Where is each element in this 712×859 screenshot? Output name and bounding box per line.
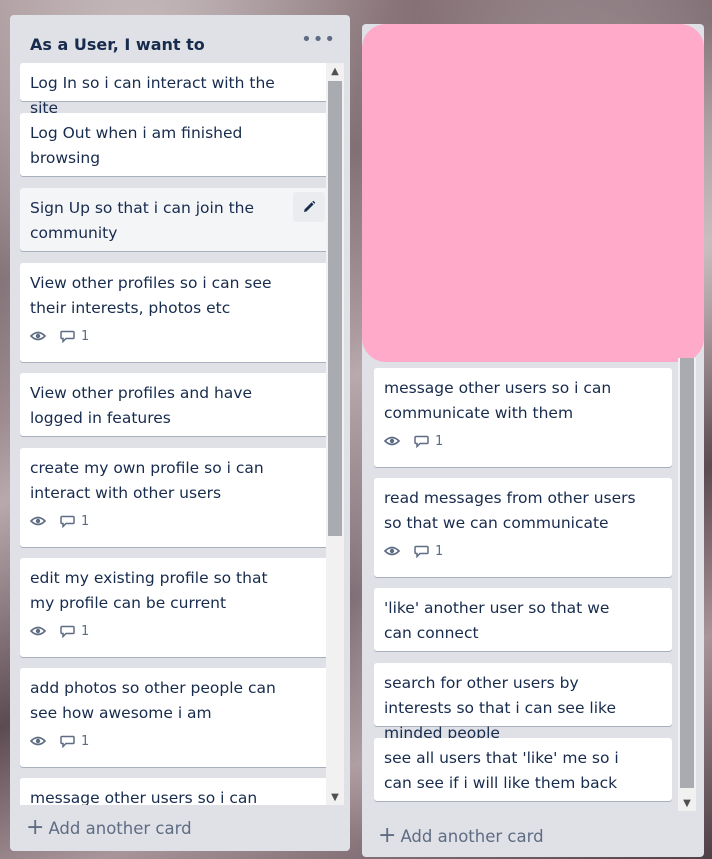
card-title: search for other users by interests so t… <box>384 674 617 742</box>
card[interactable]: View other profiles and have logged in f… <box>20 373 329 436</box>
card[interactable]: Log Out when i am finished browsing <box>20 113 329 176</box>
scroll-up-icon[interactable]: ▲ <box>326 63 344 79</box>
add-card-label: Add another card <box>400 826 544 846</box>
card-list: Log In so i can interact with the site L… <box>20 63 329 805</box>
pencil-icon <box>304 200 316 212</box>
comment-count: 1 <box>81 328 90 344</box>
comments-badge: 1 <box>414 539 443 564</box>
card-badges: 1 <box>30 510 319 532</box>
comment-count: 1 <box>81 733 90 749</box>
card-badges: 1 <box>30 325 319 347</box>
scroll-down-icon[interactable]: ▼ <box>326 789 344 805</box>
comment-icon <box>60 625 75 638</box>
card[interactable]: message other users so i can communicate… <box>20 778 329 805</box>
card[interactable]: see all users that 'like' me so i can se… <box>374 738 672 801</box>
comment-count: 1 <box>435 543 444 559</box>
card[interactable]: create my own profile so i can interact … <box>20 448 329 547</box>
list-scrollbar[interactable]: ▲ ▼ <box>326 63 344 805</box>
comment-icon <box>414 435 429 448</box>
comment-count: 1 <box>81 623 90 639</box>
watching-badge <box>30 330 46 342</box>
list-menu-icon[interactable]: ••• <box>301 29 336 50</box>
watching-badge <box>30 515 46 527</box>
card-cover[interactable] <box>362 24 704 362</box>
card-title: 'like' another user so that we can conne… <box>384 599 610 642</box>
comments-badge: 1 <box>60 619 89 644</box>
eye-icon <box>384 436 400 446</box>
list-scrollbar[interactable]: ▼ <box>678 358 696 811</box>
plus-icon: + <box>378 823 397 848</box>
list-header: As a User, I want to ••• <box>30 27 336 67</box>
card-title: create my own profile so i can interact … <box>30 459 264 502</box>
watching-badge <box>384 545 400 557</box>
list-title[interactable]: As a User, I want to <box>30 35 205 54</box>
card-edit-button[interactable] <box>293 192 325 222</box>
card-title: View other profiles so i can see their i… <box>30 274 272 317</box>
scroll-thumb[interactable] <box>680 358 694 788</box>
card[interactable]: 'like' another user so that we can conne… <box>374 588 672 651</box>
eye-icon <box>30 516 46 526</box>
card-title: see all users that 'like' me so i can se… <box>384 749 619 792</box>
card[interactable]: Sign Up so that i can join the community <box>20 188 329 251</box>
card-title: Sign Up so that i can join the community <box>30 199 255 242</box>
comments-badge: 1 <box>414 429 443 454</box>
add-card-button[interactable]: + Add another card <box>378 825 544 847</box>
comment-count: 1 <box>435 433 444 449</box>
card-badges: 1 <box>30 730 319 752</box>
comments-badge: 1 <box>60 324 89 349</box>
comment-icon <box>60 515 75 528</box>
watching-badge <box>30 735 46 747</box>
card-badges: 1 <box>384 430 662 452</box>
comment-icon <box>60 330 75 343</box>
eye-icon <box>30 736 46 746</box>
card[interactable]: edit my existing profile so that my prof… <box>20 558 329 657</box>
card-title: message other users so i can communicate… <box>384 379 612 422</box>
watching-badge <box>30 625 46 637</box>
list-as-a-user: As a User, I want to ••• Log In so i can… <box>10 15 350 851</box>
card-title: View other profiles and have logged in f… <box>30 384 253 427</box>
eye-icon <box>30 331 46 341</box>
card-title: Log Out when i am finished browsing <box>30 124 243 167</box>
card-list: message other users so i can communicate… <box>374 368 672 804</box>
card[interactable]: Log In so i can interact with the site <box>20 63 329 117</box>
eye-icon <box>384 546 400 556</box>
card[interactable]: read messages from other users so that w… <box>374 478 672 577</box>
card-title: read messages from other users so that w… <box>384 489 636 532</box>
scroll-down-icon[interactable]: ▼ <box>678 795 696 811</box>
card[interactable]: add photos so other people can see how a… <box>20 668 329 767</box>
comment-icon <box>60 735 75 748</box>
card-badges: 1 <box>30 620 319 642</box>
card-badges: 1 <box>384 540 662 562</box>
card-title: message other users so i can communicate… <box>30 789 258 805</box>
card[interactable]: View other profiles so i can see their i… <box>20 263 329 362</box>
plus-icon: + <box>26 815 45 840</box>
add-card-button[interactable]: + Add another card <box>26 817 192 839</box>
comments-badge: 1 <box>60 729 89 754</box>
add-card-label: Add another card <box>48 818 192 838</box>
card[interactable]: search for other users by interests so t… <box>374 663 672 742</box>
comments-badge: 1 <box>60 509 89 534</box>
comment-count: 1 <box>81 513 90 529</box>
eye-icon <box>30 626 46 636</box>
card-title: add photos so other people can see how a… <box>30 679 276 722</box>
card[interactable]: message other users so i can communicate… <box>374 368 672 467</box>
card-title: edit my existing profile so that my prof… <box>30 569 268 612</box>
watching-badge <box>384 435 400 447</box>
list-continued: message other users so i can communicate… <box>362 24 704 857</box>
scroll-thumb[interactable] <box>328 81 342 536</box>
comment-icon <box>414 545 429 558</box>
